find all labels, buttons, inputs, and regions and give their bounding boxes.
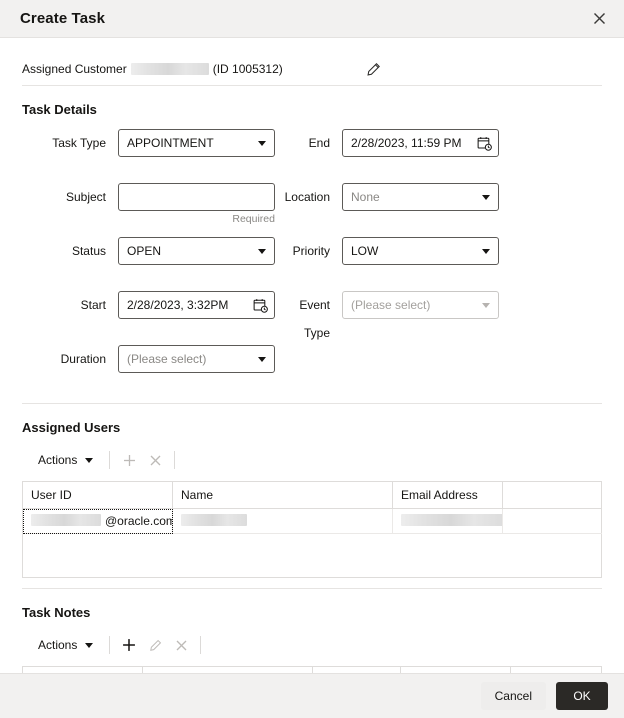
assigned-users-toolbar: Actions (30, 447, 602, 473)
name-redacted (181, 514, 247, 526)
empty-cell (173, 534, 393, 556)
location-value: None (351, 190, 380, 204)
label-duration: Duration (60, 352, 106, 366)
task-notes-toolbar: Actions (30, 632, 602, 658)
label-end: End (308, 136, 330, 150)
add-note-button[interactable] (116, 634, 142, 656)
actions-label: Actions (38, 453, 78, 467)
ok-button[interactable]: OK (556, 682, 608, 710)
table-row[interactable]: @oracle.com (22, 508, 602, 534)
cancel-button[interactable]: Cancel (480, 682, 546, 710)
task-details-form: Task Type APPOINTMENT End 2/28/2023, 11:… (22, 129, 602, 399)
status-select[interactable]: OPEN (118, 237, 275, 265)
duration-select[interactable]: (Please select) (118, 345, 275, 373)
label-subject: Subject (65, 190, 106, 204)
label-start: Start (80, 298, 106, 312)
toolbar-separator (109, 636, 111, 654)
toolbar-separator (200, 636, 202, 654)
pencil-icon[interactable] (363, 58, 385, 80)
table-header-row: User ID Name Email Address (22, 481, 602, 509)
location-select[interactable]: None (342, 183, 499, 211)
empty-cell (503, 556, 602, 578)
event-type-select: (Please select) (342, 291, 499, 319)
dialog-header: Create Task (0, 0, 624, 38)
priority-select[interactable]: LOW (342, 237, 499, 265)
column-header-name[interactable]: Name (172, 481, 393, 509)
table-empty-row (23, 556, 602, 578)
priority-value: LOW (351, 244, 379, 258)
empty-cell (393, 556, 503, 578)
assigned-customer-id: (ID 1005312) (212, 62, 283, 76)
label-task-type: Task Type (52, 136, 106, 150)
task-notes-actions-button[interactable]: Actions (30, 636, 103, 654)
email-redacted (401, 514, 502, 526)
user-id-suffix: @oracle.com (105, 514, 173, 528)
divider-assigned-users (22, 403, 602, 404)
chevron-down-icon (85, 642, 94, 648)
dialog-body: Assigned Customer (ID 1005312) Task Deta… (0, 39, 624, 673)
end-value: 2/28/2023, 11:59 PM (351, 136, 462, 150)
chevron-down-icon (482, 248, 490, 254)
dialog-footer: Cancel OK (0, 673, 624, 718)
chevron-down-icon (258, 248, 266, 254)
divider-top (22, 85, 602, 86)
start-datetime-field[interactable]: 2/28/2023, 3:32PM (118, 291, 275, 319)
empty-cell (393, 534, 503, 556)
subject-input[interactable] (118, 183, 275, 211)
column-header-filler (502, 481, 602, 509)
assigned-customer-label: Assigned Customer (22, 62, 127, 76)
cell-user-id[interactable]: @oracle.com (22, 508, 173, 534)
delete-user-button (142, 449, 168, 471)
chevron-down-icon (85, 457, 94, 463)
page-title: Create Task (20, 10, 106, 27)
cell-email-address[interactable] (392, 508, 503, 534)
task-type-select[interactable]: APPOINTMENT (118, 129, 275, 157)
empty-cell (23, 534, 173, 556)
cell-name[interactable] (172, 508, 393, 534)
duration-value: (Please select) (127, 352, 207, 366)
calendar-clock-icon[interactable] (477, 136, 492, 151)
label-priority: Priority (292, 244, 330, 258)
task-type-value: APPOINTMENT (127, 136, 214, 150)
label-location: Location (284, 190, 330, 204)
subject-required-hint: Required (232, 213, 275, 225)
task-notes-table: Type Note Created By Created on No Notes… (22, 666, 602, 673)
label-event-type: Event Type (299, 298, 330, 340)
assigned-users-table: User ID Name Email Address @oracle.com (22, 481, 602, 578)
empty-cell (503, 534, 602, 556)
assigned-customer-name-redacted (130, 63, 209, 75)
end-datetime-field[interactable]: 2/28/2023, 11:59 PM (342, 129, 499, 157)
column-header-email-address[interactable]: Email Address (392, 481, 503, 509)
actions-label: Actions (38, 638, 78, 652)
divider-task-notes (22, 588, 602, 589)
cell-filler (502, 508, 602, 534)
section-title-assigned-users: Assigned Users (22, 420, 121, 435)
start-value: 2/28/2023, 3:32PM (127, 298, 229, 312)
section-title-task-notes: Task Notes (22, 605, 91, 620)
toolbar-separator (174, 451, 176, 469)
label-status: Status (71, 244, 106, 258)
delete-note-button (168, 634, 194, 656)
toolbar-separator (109, 451, 111, 469)
event-type-value: (Please select) (351, 298, 431, 312)
edit-note-button (142, 634, 168, 656)
chevron-down-icon (482, 302, 490, 308)
column-header-user-id[interactable]: User ID (22, 481, 173, 509)
empty-cell (23, 556, 173, 578)
chevron-down-icon (482, 194, 490, 200)
add-user-button (116, 449, 142, 471)
user-id-redacted (31, 514, 101, 526)
close-icon[interactable] (586, 6, 612, 32)
calendar-clock-icon[interactable] (253, 298, 268, 313)
empty-cell (173, 556, 393, 578)
assigned-customer-row: Assigned Customer (ID 1005312) (22, 39, 602, 85)
chevron-down-icon (258, 356, 266, 362)
label-spacer (278, 345, 342, 399)
assigned-users-actions-button[interactable]: Actions (30, 451, 103, 469)
chevron-down-icon (258, 140, 266, 146)
section-title-task-details: Task Details (22, 102, 97, 117)
spacer-cell (342, 345, 592, 399)
table-empty-row (23, 534, 602, 556)
status-value: OPEN (127, 244, 162, 258)
